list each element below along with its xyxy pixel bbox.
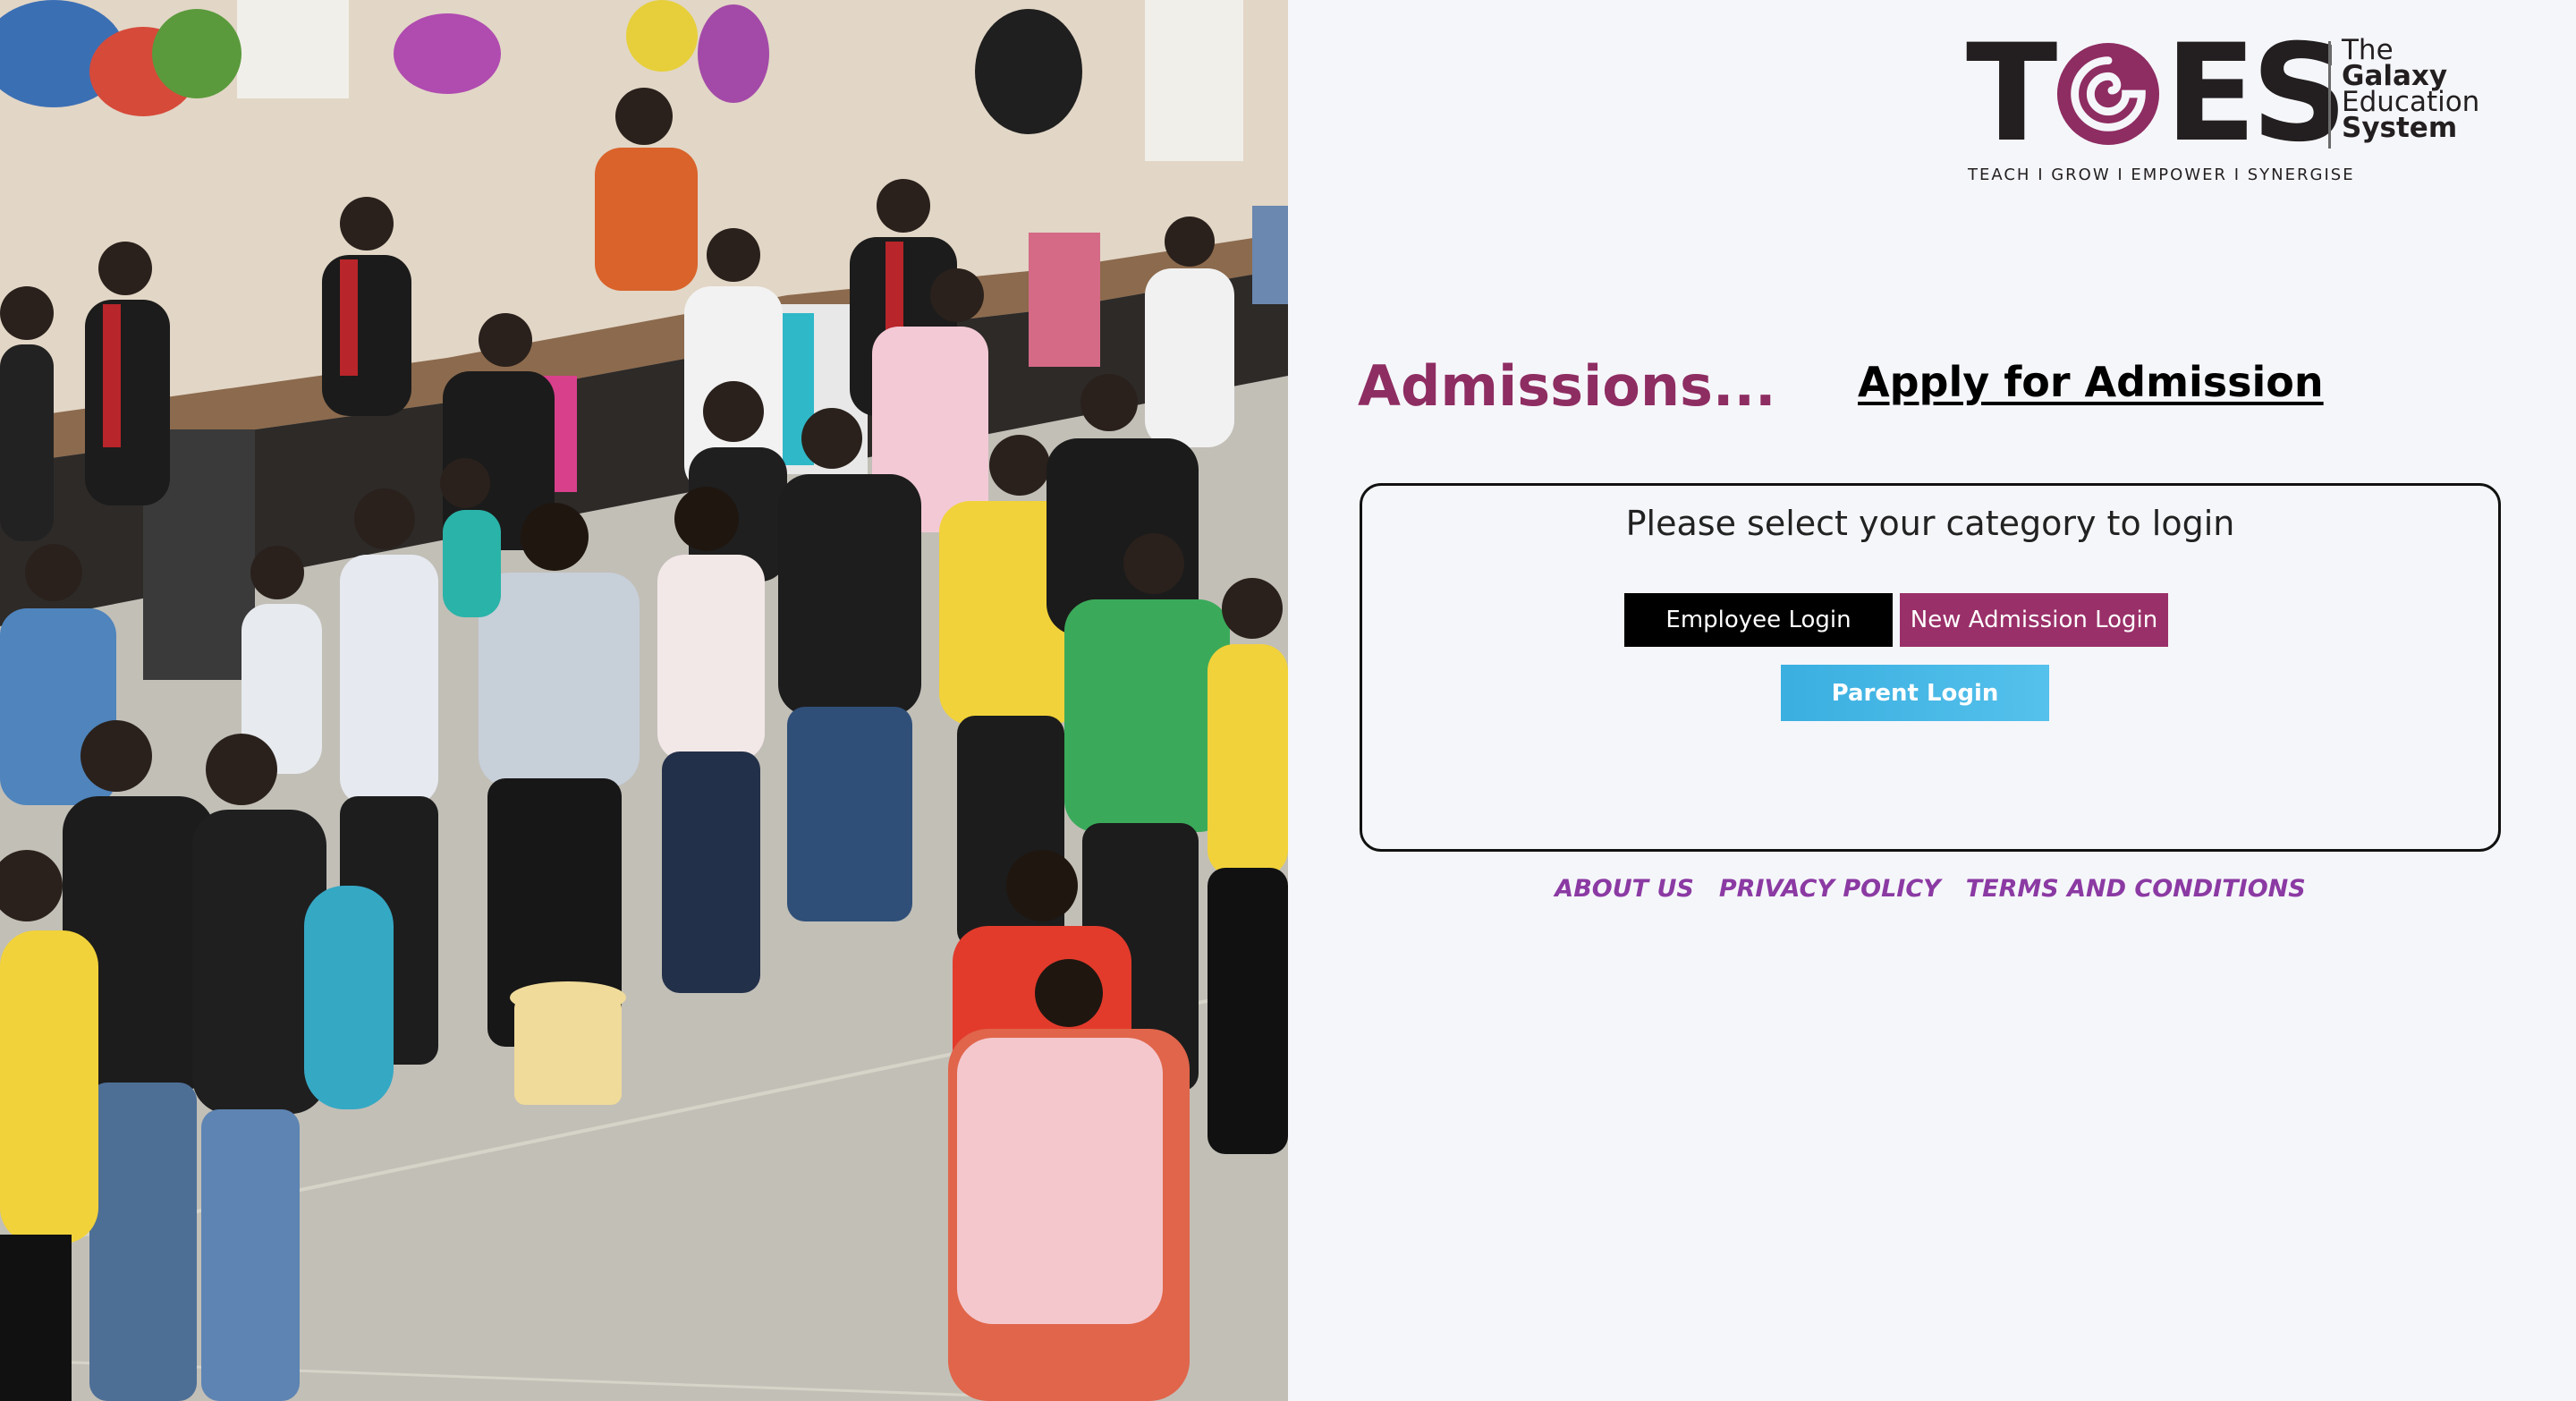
footer-links: ABOUT US PRIVACY POLICY TERMS AND CONDIT… [1360, 875, 2501, 903]
new-admission-login-button[interactable]: New Admission Login [1900, 593, 2168, 647]
login-page: T ES The Galaxy Education System TEACH I… [0, 0, 2576, 1401]
privacy-policy-link[interactable]: PRIVACY POLICY [1719, 875, 1941, 903]
employee-login-button[interactable]: Employee Login [1624, 593, 1893, 647]
logo-wordmark: T ES [1966, 16, 2348, 172]
login-category-box: Please select your category to login Emp… [1360, 483, 2501, 852]
terms-and-conditions-link[interactable]: TERMS AND CONDITIONS [1966, 875, 2306, 903]
brand-line-system: System [2342, 112, 2458, 144]
brand-name: The Galaxy Education System [2342, 37, 2521, 144]
about-us-link[interactable]: ABOUT US [1555, 875, 1694, 903]
logo-letter-t: T [1966, 16, 2057, 172]
logo-letters-es: ES [2165, 16, 2347, 172]
login-panel: T ES The Galaxy Education System TEACH I… [1288, 0, 2576, 1401]
campus-photo [0, 0, 1288, 1401]
logo-tagline: TEACH I GROW I EMPOWER I SYNERGISE [1968, 166, 2355, 184]
campus-crowd-illustration [0, 0, 1288, 1401]
apply-for-admission-link[interactable]: Apply for Admission [1858, 358, 2324, 406]
swirl-g-icon [2057, 42, 2160, 146]
page-title: Admissions... [1358, 353, 1776, 419]
parent-login-button[interactable]: Parent Login [1781, 665, 2049, 721]
login-prompt: Please select your category to login [1625, 504, 2235, 543]
logo-divider [2328, 41, 2331, 149]
tges-logo: T ES The Galaxy Education System TEACH I… [1966, 16, 2521, 188]
